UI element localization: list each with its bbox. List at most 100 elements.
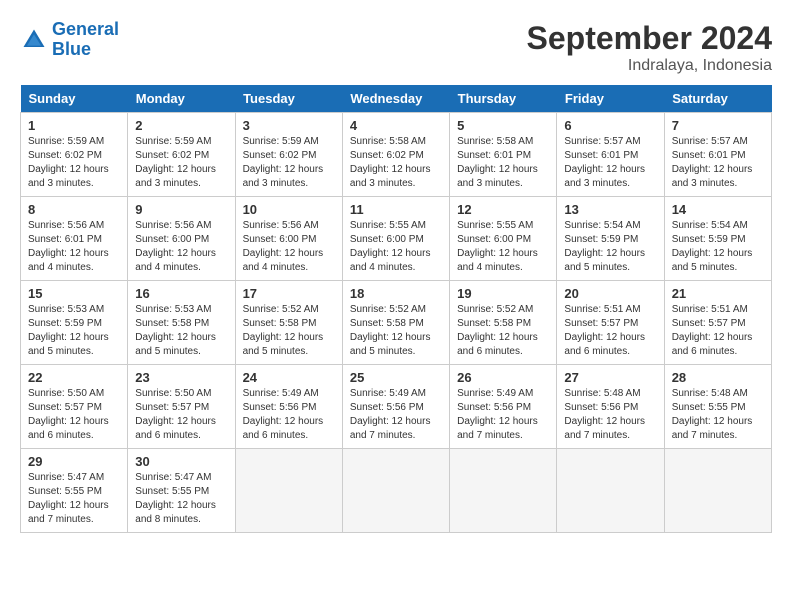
calendar-header-row: Sunday Monday Tuesday Wednesday Thursday… [21, 85, 772, 113]
table-row: 26Sunrise: 5:49 AM Sunset: 5:56 PM Dayli… [450, 365, 557, 449]
table-row: 25Sunrise: 5:49 AM Sunset: 5:56 PM Dayli… [342, 365, 449, 449]
day-info: Sunrise: 5:53 AM Sunset: 5:58 PM Dayligh… [135, 303, 227, 359]
day-info: Sunrise: 5:49 AM Sunset: 5:56 PM Dayligh… [243, 387, 335, 443]
table-row: 30 Sunrise: 5:47 AM Sunset: 5:55 PM Dayli… [128, 449, 235, 533]
day-info: Sunrise: 5:58 AM Sunset: 6:02 PM Dayligh… [350, 135, 442, 191]
day-info: Sunrise: 5:57 AM Sunset: 6:01 PM Dayligh… [672, 135, 764, 191]
day-number: 28 [672, 370, 764, 385]
table-row: 27 Sunrise: 5:48 AM Sunset: 5:56 PM Dayli… [557, 365, 664, 449]
day-number: 6 [564, 118, 656, 133]
table-row: 19 Sunrise: 5:52 AM Sunset: 5:58 PM Dayli… [450, 281, 557, 365]
day-info: Sunrise: 5:48 AM Sunset: 5:56 PM Dayligh… [564, 387, 656, 443]
table-row: 11 Sunrise: 5:55 AM Sunset: 6:00 PM Dayli… [342, 197, 449, 281]
header-thursday: Thursday [450, 85, 557, 113]
page-header: General Blue September 2024 Indralaya, I… [20, 20, 772, 75]
day-number: 12 [457, 202, 549, 217]
day-number: 18 [350, 286, 442, 301]
table-row [235, 449, 342, 533]
day-info: Sunrise: 5:52 AM Sunset: 5:58 PM Dayligh… [350, 303, 442, 359]
table-row: 22 Sunrise: 5:50 AM Sunset: 5:57 PM Dayli… [21, 365, 128, 449]
day-number: 19 [457, 286, 549, 301]
header-tuesday: Tuesday [235, 85, 342, 113]
month-title: September 2024 [527, 20, 772, 57]
day-number: 21 [672, 286, 764, 301]
day-number: 3 [243, 118, 335, 133]
day-number: 4 [350, 118, 442, 133]
day-number: 13 [564, 202, 656, 217]
day-info: Sunrise: 5:56 AM Sunset: 6:00 PM Dayligh… [135, 219, 227, 275]
calendar-week-row: 15 Sunrise: 5:53 AM Sunset: 5:59 PM Dayli… [21, 281, 772, 365]
day-number: 26 [457, 370, 549, 385]
table-row: 14Sunrise: 5:54 AM Sunset: 5:59 PM Dayli… [664, 197, 771, 281]
day-info: Sunrise: 5:59 AM Sunset: 6:02 PM Dayligh… [28, 135, 120, 191]
calendar-week-row: 22 Sunrise: 5:50 AM Sunset: 5:57 PM Dayli… [21, 365, 772, 449]
day-info: Sunrise: 5:55 AM Sunset: 6:00 PM Dayligh… [457, 219, 549, 275]
table-row: 18 Sunrise: 5:52 AM Sunset: 5:58 PM Dayli… [342, 281, 449, 365]
table-row: 20 Sunrise: 5:51 AM Sunset: 5:57 PM Dayli… [557, 281, 664, 365]
day-info: Sunrise: 5:57 AM Sunset: 6:01 PM Dayligh… [564, 135, 656, 191]
day-info: Sunrise: 5:56 AM Sunset: 6:00 PM Dayligh… [243, 219, 335, 275]
day-number: 15 [28, 286, 120, 301]
day-info: Sunrise: 5:56 AM Sunset: 6:01 PM Dayligh… [28, 219, 120, 275]
location-subtitle: Indralaya, Indonesia [527, 57, 772, 75]
table-row: 10Sunrise: 5:56 AM Sunset: 6:00 PM Dayli… [235, 197, 342, 281]
day-number: 22 [28, 370, 120, 385]
day-info: Sunrise: 5:59 AM Sunset: 6:02 PM Dayligh… [135, 135, 227, 191]
title-area: September 2024 Indralaya, Indonesia [527, 20, 772, 75]
day-number: 8 [28, 202, 120, 217]
day-info: Sunrise: 5:59 AM Sunset: 6:02 PM Dayligh… [243, 135, 335, 191]
day-number: 2 [135, 118, 227, 133]
day-number: 24 [243, 370, 335, 385]
day-number: 5 [457, 118, 549, 133]
day-info: Sunrise: 5:50 AM Sunset: 5:57 PM Dayligh… [135, 387, 227, 443]
table-row: 1 Sunrise: 5:59 AM Sunset: 6:02 PM Daylig… [21, 113, 128, 197]
table-row [450, 449, 557, 533]
day-info: Sunrise: 5:47 AM Sunset: 5:55 PM Dayligh… [135, 471, 227, 527]
table-row: 23 Sunrise: 5:50 AM Sunset: 5:57 PM Dayli… [128, 365, 235, 449]
table-row [557, 449, 664, 533]
day-info: Sunrise: 5:50 AM Sunset: 5:57 PM Dayligh… [28, 387, 120, 443]
day-number: 17 [243, 286, 335, 301]
day-number: 27 [564, 370, 656, 385]
table-row: 28 Sunrise: 5:48 AM Sunset: 5:55 PM Dayli… [664, 365, 771, 449]
day-info: Sunrise: 5:51 AM Sunset: 5:57 PM Dayligh… [564, 303, 656, 359]
table-row: 13 Sunrise: 5:54 AM Sunset: 5:59 PM Dayli… [557, 197, 664, 281]
table-row [664, 449, 771, 533]
day-number: 14 [672, 202, 764, 217]
calendar-week-row: 1 Sunrise: 5:59 AM Sunset: 6:02 PM Daylig… [21, 113, 772, 197]
table-row: 3 Sunrise: 5:59 AM Sunset: 6:02 PM Daylig… [235, 113, 342, 197]
day-number: 23 [135, 370, 227, 385]
logo-text: General Blue [52, 20, 119, 60]
calendar-table: Sunday Monday Tuesday Wednesday Thursday… [20, 85, 772, 533]
day-number: 9 [135, 202, 227, 217]
table-row: 2 Sunrise: 5:59 AM Sunset: 6:02 PM Daylig… [128, 113, 235, 197]
day-number: 25 [350, 370, 442, 385]
day-info: Sunrise: 5:47 AM Sunset: 5:55 PM Dayligh… [28, 471, 120, 527]
table-row: 8 Sunrise: 5:56 AM Sunset: 6:01 PM Daylig… [21, 197, 128, 281]
day-info: Sunrise: 5:48 AM Sunset: 5:55 PM Dayligh… [672, 387, 764, 443]
logo-line2: Blue [52, 39, 91, 59]
header-wednesday: Wednesday [342, 85, 449, 113]
logo-icon [20, 26, 48, 54]
day-info: Sunrise: 5:52 AM Sunset: 5:58 PM Dayligh… [457, 303, 549, 359]
day-number: 20 [564, 286, 656, 301]
day-number: 11 [350, 202, 442, 217]
table-row: 5 Sunrise: 5:58 AM Sunset: 6:01 PM Daylig… [450, 113, 557, 197]
logo: General Blue [20, 20, 119, 60]
header-monday: Monday [128, 85, 235, 113]
calendar-week-row: 8 Sunrise: 5:56 AM Sunset: 6:01 PM Daylig… [21, 197, 772, 281]
table-row: 21 Sunrise: 5:51 AM Sunset: 5:57 PM Dayli… [664, 281, 771, 365]
table-row: 7Sunrise: 5:57 AM Sunset: 6:01 PM Daylig… [664, 113, 771, 197]
day-info: Sunrise: 5:54 AM Sunset: 5:59 PM Dayligh… [564, 219, 656, 275]
day-info: Sunrise: 5:53 AM Sunset: 5:59 PM Dayligh… [28, 303, 120, 359]
day-info: Sunrise: 5:51 AM Sunset: 5:57 PM Dayligh… [672, 303, 764, 359]
header-friday: Friday [557, 85, 664, 113]
header-sunday: Sunday [21, 85, 128, 113]
table-row: 6 Sunrise: 5:57 AM Sunset: 6:01 PM Daylig… [557, 113, 664, 197]
logo-line1: General [52, 19, 119, 39]
day-number: 30 [135, 454, 227, 469]
table-row: 16Sunrise: 5:53 AM Sunset: 5:58 PM Dayli… [128, 281, 235, 365]
day-info: Sunrise: 5:58 AM Sunset: 6:01 PM Dayligh… [457, 135, 549, 191]
day-info: Sunrise: 5:55 AM Sunset: 6:00 PM Dayligh… [350, 219, 442, 275]
day-number: 1 [28, 118, 120, 133]
